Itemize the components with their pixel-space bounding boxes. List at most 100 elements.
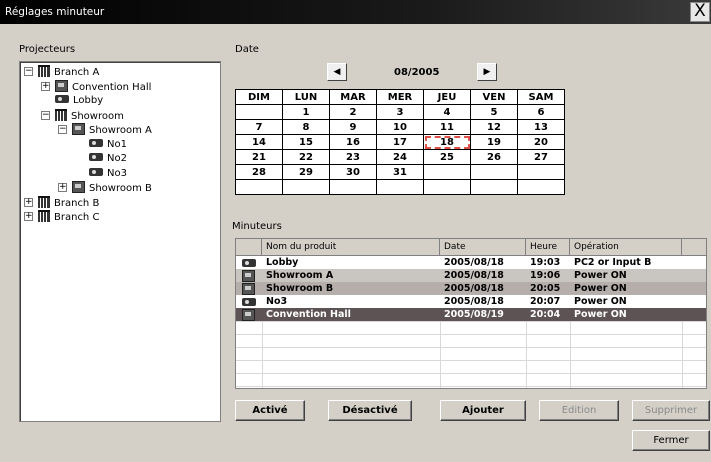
collapse-icon[interactable]: −	[24, 67, 33, 76]
tree-item-content: No3	[89, 167, 127, 181]
grid-line	[236, 386, 706, 387]
calendar-day[interactable]: 7	[235, 119, 283, 135]
weekday-header: DIM	[235, 89, 283, 105]
timers-label: Minuteurs	[232, 221, 282, 232]
timer-row[interactable]: Showroom A 2005/08/18 19:06 Power ON	[236, 269, 706, 282]
grid-line	[236, 360, 706, 361]
timer-time: 20:07	[530, 296, 561, 307]
calendar-day[interactable]: 26	[470, 149, 518, 165]
calendar-day[interactable]: 25	[423, 149, 471, 165]
column-header[interactable]: Date	[440, 239, 526, 256]
calendar-day[interactable]: 22	[282, 149, 330, 165]
prev-month-button[interactable]: ◀	[327, 63, 347, 81]
calendar-day[interactable]: 27	[517, 149, 565, 165]
expand-icon[interactable]: +	[58, 183, 67, 192]
timer-date: 2005/08/18	[444, 296, 504, 307]
timer-row[interactable]: Showroom B 2005/08/18 20:05 Power ON	[236, 282, 706, 295]
building-icon	[55, 108, 67, 121]
calendar-day	[235, 104, 283, 120]
timer-row[interactable]: Convention Hall 2005/08/19 20:04 Power ON	[236, 308, 706, 321]
calendar-day[interactable]: 11	[423, 119, 471, 135]
calendar-day[interactable]: 6	[517, 104, 565, 120]
calendar-day[interactable]: 2	[329, 104, 377, 120]
calendar-day	[235, 179, 283, 195]
calendar-day[interactable]: 8	[282, 119, 330, 135]
delete-button[interactable]: Supprimer	[632, 400, 710, 421]
column-header[interactable]: Nom du produit	[262, 239, 440, 256]
add-button[interactable]: Ajouter	[440, 400, 526, 421]
column-header[interactable]: Heure	[526, 239, 570, 256]
room-icon	[242, 283, 255, 295]
timer-operation: Power ON	[574, 309, 627, 320]
calendar-day[interactable]: 30	[329, 164, 377, 180]
grid-line	[236, 321, 706, 322]
calendar-day[interactable]: 20	[517, 134, 565, 150]
activate-button[interactable]: Activé	[235, 400, 305, 421]
calendar-day[interactable]: 29	[282, 164, 330, 180]
calendar-day[interactable]: 24	[376, 149, 424, 165]
tree-item-content: Showroom B	[72, 181, 152, 196]
collapse-icon[interactable]: −	[41, 110, 50, 120]
calendar-day	[423, 164, 471, 180]
deactivate-button[interactable]: Désactivé	[328, 400, 412, 421]
calendar-day	[470, 179, 518, 195]
calendar-day[interactable]: 12	[470, 119, 518, 135]
column-header[interactable]: Opération	[570, 239, 682, 256]
timer-row[interactable]: Lobby 2005/08/18 19:03 PC2 or Input B	[236, 256, 706, 269]
calendar-day[interactable]: 10	[376, 119, 424, 135]
calendar-day[interactable]: 23	[329, 149, 377, 165]
projector-icon	[55, 95, 69, 103]
calendar-day[interactable]: 1	[282, 104, 330, 120]
calendar-day[interactable]: 4	[423, 104, 471, 120]
calendar-day[interactable]: 19	[470, 134, 518, 150]
calendar-day[interactable]: 17	[376, 134, 424, 150]
calendar-day[interactable]: 31	[376, 164, 424, 180]
timer-date: 2005/08/18	[444, 270, 504, 281]
room-icon	[242, 270, 255, 282]
calendar-day[interactable]: 5	[470, 104, 518, 120]
timer-date: 2005/08/18	[444, 257, 504, 268]
calendar-day[interactable]: 15	[282, 134, 330, 150]
timer-name: Convention Hall	[266, 309, 351, 320]
projector-icon	[89, 153, 103, 161]
calendar-day[interactable]: 13	[517, 119, 565, 135]
calendar-grid: DIM LUN MAR MER JEU VEN SAM 1 2 3 4 5 6 7 8 9 10 11 12 13 14…	[235, 89, 565, 195]
calendar-day[interactable]: 16	[329, 134, 377, 150]
building-icon	[38, 65, 50, 77]
projectors-label: Projecteurs	[19, 44, 75, 55]
projector-tree[interactable]: − Branch A + Convention Hall Lobby − Showroom −…	[19, 61, 221, 422]
expand-icon[interactable]: +	[24, 212, 33, 221]
weekday-header: VEN	[470, 89, 518, 105]
tree-item-content: Branch B	[38, 195, 99, 211]
weekday-header: MER	[376, 89, 424, 105]
room-icon	[72, 181, 85, 193]
close-button[interactable]: Fermer	[632, 430, 710, 451]
calendar-day[interactable]: 3	[376, 104, 424, 120]
calendar-day[interactable]: 9	[329, 119, 377, 135]
timer-row[interactable]: No3 2005/08/18 20:07 Power ON	[236, 295, 706, 308]
expand-icon[interactable]: +	[41, 81, 50, 91]
expand-icon[interactable]: +	[24, 197, 33, 207]
calendar-day[interactable]: 18	[423, 134, 471, 150]
tree-item-label: Branch A	[54, 67, 100, 78]
next-month-button[interactable]: ▶	[477, 63, 497, 81]
timers-list[interactable]: Nom du produit Date Heure Opération Lobby 200…	[235, 238, 707, 389]
grid-line	[236, 373, 706, 374]
grid-line	[236, 334, 706, 335]
calendar-day[interactable]: 14	[235, 134, 283, 150]
tree-item-label: Showroom B	[89, 183, 152, 194]
column-header[interactable]	[682, 239, 706, 256]
close-window-button[interactable]: X	[690, 2, 710, 22]
building-icon	[38, 195, 50, 208]
projector-icon	[89, 138, 103, 147]
room-icon	[242, 309, 255, 321]
collapse-icon[interactable]: −	[58, 125, 67, 134]
calendar-day[interactable]: 28	[235, 164, 283, 180]
date-label: Date	[235, 44, 259, 55]
tree-item-label: No1	[107, 138, 127, 150]
weekday-header: LUN	[282, 89, 330, 105]
calendar-day[interactable]: 21	[235, 149, 283, 165]
tree-item-content: Branch C	[38, 210, 99, 225]
column-header[interactable]	[236, 239, 262, 256]
edit-button[interactable]: Edition	[539, 400, 619, 421]
